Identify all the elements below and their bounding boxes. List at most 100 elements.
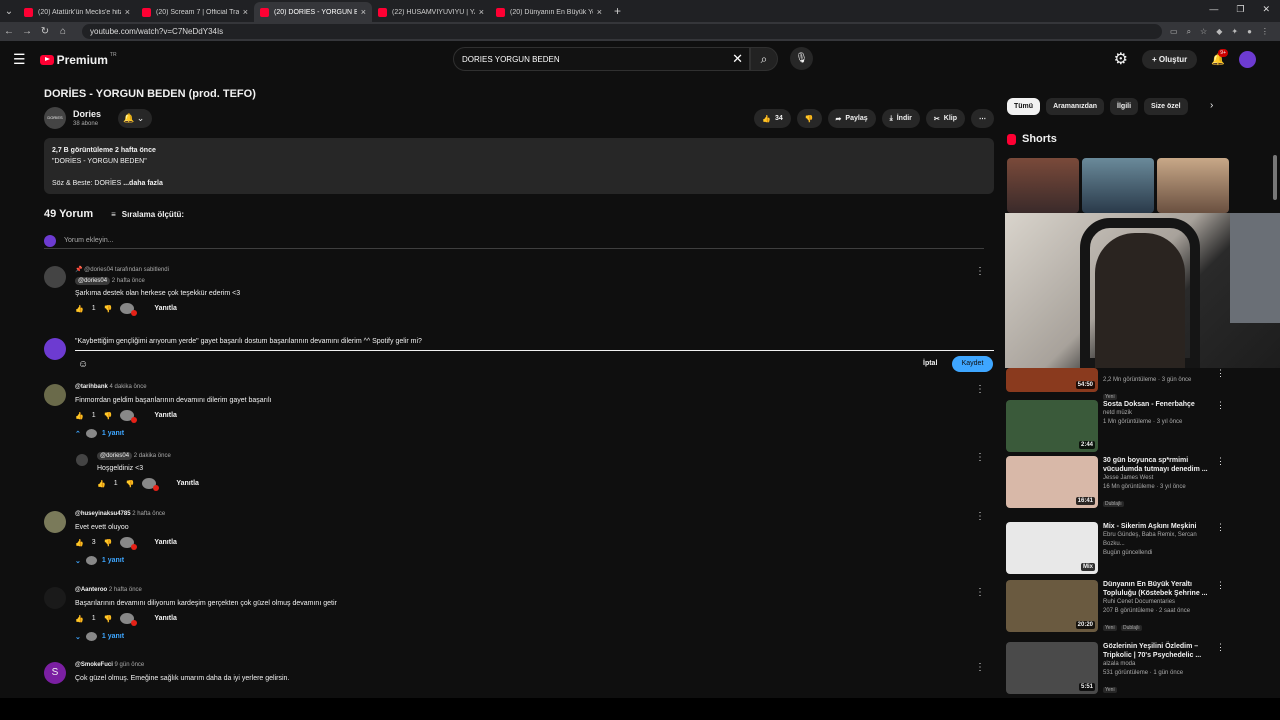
- comment-menu-icon[interactable]: ⋮: [975, 511, 985, 522]
- comment-menu-icon[interactable]: ⋮: [975, 384, 985, 395]
- avatar[interactable]: [44, 384, 66, 406]
- list-item[interactable]: Mix Mix - Sikerim Aşkını Meşkini Ebru Gü…: [1005, 522, 1235, 582]
- avatar[interactable]: [44, 511, 66, 533]
- toggle-replies-button[interactable]: ⌄ 1 yanıt: [75, 556, 955, 565]
- forward-icon[interactable]: →: [18, 26, 36, 37]
- like-button[interactable]: 👍 34: [754, 109, 791, 128]
- description-box[interactable]: 2,7 B görüntüleme 2 hafta önce "DORİES -…: [44, 138, 994, 194]
- download-button[interactable]: ⤓ İndir: [881, 109, 920, 128]
- toggle-replies-button[interactable]: ⌄ 1 yanıt: [75, 632, 955, 641]
- list-item[interactable]: 20:20 Dünyanın En Büyük Yeraltı Topluluğ…: [1005, 580, 1235, 640]
- share-button[interactable]: ➦ Paylaş: [827, 109, 876, 128]
- video-thumbnail[interactable]: 5:51: [1006, 642, 1098, 694]
- chip-related[interactable]: İlgili: [1110, 98, 1139, 115]
- thumbs-up-icon[interactable]: 👍: [75, 539, 84, 547]
- reply-button[interactable]: Yanıtla: [154, 615, 177, 622]
- close-tab-icon[interactable]: ×: [597, 7, 602, 17]
- extension-gear-icon[interactable]: ⚙: [1114, 49, 1128, 69]
- browser-tab[interactable]: (20) Scream 7 | Official Trailer |×: [136, 2, 254, 22]
- toggle-replies-button[interactable]: ⌃ 1 yanıt: [75, 429, 955, 438]
- voice-search-button[interactable]: 🎙: [790, 47, 813, 70]
- reply-button[interactable]: Yanıtla: [154, 412, 177, 419]
- shorts-thumbnail[interactable]: [1082, 158, 1154, 213]
- dislike-button[interactable]: 👎: [796, 109, 822, 128]
- search-button[interactable]: ⌕: [750, 47, 778, 71]
- show-more-link[interactable]: ...daha fazla: [123, 180, 163, 187]
- video-thumbnail[interactable]: 16:41: [1006, 456, 1098, 508]
- new-tab-button[interactable]: +: [614, 4, 621, 18]
- list-item[interactable]: 5:51 Gözlerinin Yeşilini Özledim – Tripk…: [1005, 642, 1235, 698]
- url-field[interactable]: youtube.com/watch?v=C7NeDdY34Is: [82, 24, 1162, 39]
- browser-tab[interactable]: (20) Dünyanın En Büyük Yeraltı×: [490, 2, 608, 22]
- shorts-thumbnail[interactable]: [1157, 158, 1229, 213]
- comment-author[interactable]: @tarihbank: [75, 384, 108, 390]
- video-menu-icon[interactable]: ⋮: [1216, 368, 1225, 379]
- more-actions-button[interactable]: ⋯: [971, 109, 994, 128]
- video-menu-icon[interactable]: ⋮: [1216, 400, 1225, 411]
- reply-button[interactable]: Yanıtla: [154, 539, 177, 546]
- video-thumbnail[interactable]: 2:44: [1006, 400, 1098, 452]
- zoom-icon[interactable]: ⌕: [1187, 27, 1191, 37]
- avatar[interactable]: S: [44, 662, 66, 684]
- comment-author[interactable]: @SmokeFuci: [75, 662, 113, 668]
- search-input[interactable]: DORIES YORGUN BEDEN ✕: [453, 47, 750, 71]
- thumbs-down-icon[interactable]: 👎: [104, 412, 113, 420]
- chip-all[interactable]: Tümü: [1007, 98, 1041, 115]
- comment-menu-icon[interactable]: ⋮: [975, 452, 985, 463]
- close-tab-icon[interactable]: ×: [125, 7, 130, 17]
- profile-icon[interactable]: ●: [1247, 27, 1252, 37]
- close-tab-icon[interactable]: ×: [361, 7, 366, 17]
- video-menu-icon[interactable]: ⋮: [1216, 580, 1225, 591]
- browser-tab[interactable]: (22) HUSAMVIYUVIYU | YAKIŞI×: [372, 2, 490, 22]
- reload-icon[interactable]: ↻: [36, 26, 54, 37]
- notifications-button[interactable]: 🔔 9+: [1211, 48, 1228, 66]
- avatar[interactable]: [44, 587, 66, 609]
- video-menu-icon[interactable]: ⋮: [1216, 522, 1225, 533]
- thumbs-up-icon[interactable]: 👍: [97, 480, 106, 488]
- back-icon[interactable]: ←: [0, 26, 18, 37]
- video-thumbnail[interactable]: 20:20: [1006, 580, 1098, 632]
- video-menu-icon[interactable]: ⋮: [1216, 456, 1225, 467]
- comment-author[interactable]: @dories04: [97, 452, 133, 460]
- avatar[interactable]: [76, 454, 88, 466]
- chip-for-you[interactable]: Size özel: [1144, 98, 1188, 115]
- account-avatar[interactable]: [1239, 50, 1256, 68]
- thumbs-down-icon[interactable]: 👎: [104, 615, 113, 623]
- extension-icon[interactable]: ◆: [1216, 27, 1222, 37]
- thumbs-down-icon[interactable]: 👎: [104, 305, 113, 313]
- comment-menu-icon[interactable]: ⋮: [975, 587, 985, 598]
- comment-menu-icon[interactable]: ⋮: [975, 662, 985, 673]
- shorts-thumbnail[interactable]: [1007, 158, 1079, 213]
- avatar[interactable]: [44, 266, 66, 288]
- close-window-icon[interactable]: ✕: [1262, 4, 1270, 15]
- clip-button[interactable]: ✂ Klip: [925, 109, 965, 128]
- browser-menu-icon[interactable]: ⋮: [1261, 27, 1269, 37]
- comment-author[interactable]: @dories04: [75, 277, 111, 285]
- video-thumbnail[interactable]: Mix: [1006, 522, 1098, 574]
- youtube-logo[interactable]: Premium TR: [39, 52, 117, 67]
- thumbs-up-icon[interactable]: 👍: [75, 412, 84, 420]
- create-button[interactable]: + Oluştur: [1141, 49, 1198, 69]
- emoji-icon[interactable]: ☺: [78, 359, 88, 370]
- thumbs-up-icon[interactable]: 👍: [75, 305, 84, 313]
- list-item[interactable]: 54:50 2,2 Mn görüntüleme · 3 gün önce Ye…: [1005, 368, 1235, 400]
- add-comment-field[interactable]: Yorum ekleyin...: [44, 235, 984, 249]
- scrollbar[interactable]: [1273, 155, 1277, 200]
- list-item[interactable]: 16:41 30 gün boyunca sp*rmimi vücudumda …: [1005, 456, 1235, 516]
- star-icon[interactable]: ☆: [1200, 27, 1207, 37]
- reply-button[interactable]: Yanıtla: [176, 480, 199, 487]
- close-tab-icon[interactable]: ×: [479, 7, 484, 17]
- sort-button[interactable]: ≡ Sıralama ölçütü:: [111, 210, 184, 219]
- comment-input[interactable]: "Kaybettiğim gençliğimi arıyorum yerde" …: [75, 338, 994, 351]
- chip-from-search[interactable]: Aramanızdan: [1046, 98, 1105, 115]
- chevron-right-icon[interactable]: ›: [1210, 100, 1213, 111]
- thumbs-down-icon[interactable]: 👎: [104, 539, 113, 547]
- subscription-bell-button[interactable]: 🔔 ⌄: [118, 109, 152, 128]
- comment-author[interactable]: @Aanteroo: [75, 587, 107, 593]
- browser-tab-active[interactable]: (20) DORİES - YORGUN BEDE×: [254, 2, 372, 22]
- hamburger-menu-icon[interactable]: ☰: [13, 51, 26, 68]
- save-button[interactable]: Kaydet: [952, 356, 993, 372]
- comment-author[interactable]: @huseyinaksu4785: [75, 511, 131, 517]
- reply-button[interactable]: Yanıtla: [154, 305, 177, 312]
- channel-name[interactable]: Dories: [73, 109, 101, 119]
